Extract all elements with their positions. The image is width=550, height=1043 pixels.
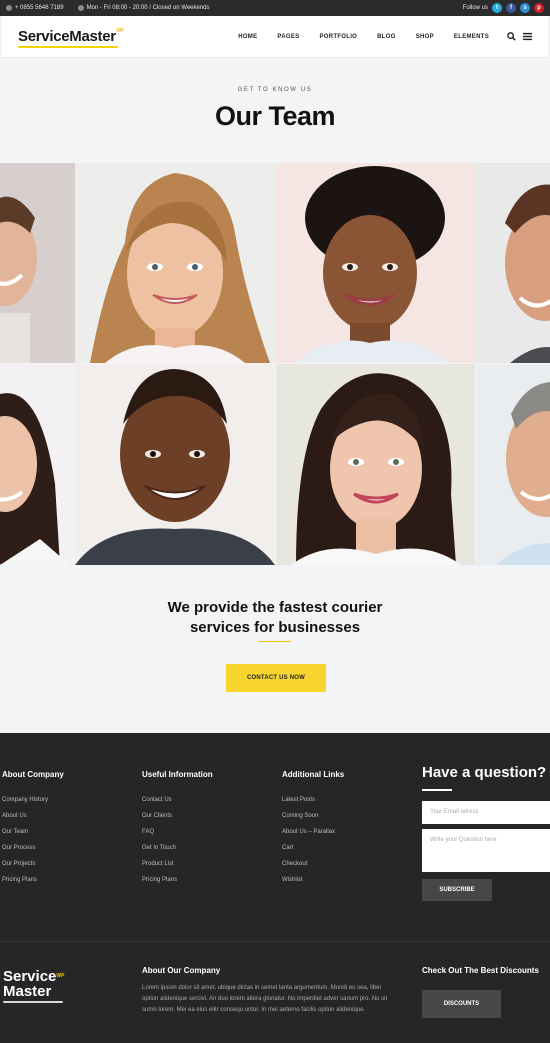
follow-label: Follow us bbox=[462, 5, 488, 11]
cta-line-2: services for businesses bbox=[189, 619, 361, 636]
phone-info: + 0855 5646 7189 bbox=[6, 5, 64, 11]
section-title: Our Team bbox=[214, 101, 336, 131]
team-member-photo[interactable] bbox=[0, 163, 75, 363]
top-bar: + 0855 5646 7189 Mon - Fri 08:00 - 20:00… bbox=[0, 0, 550, 16]
footer-logo-swoosh bbox=[3, 1001, 63, 1003]
logo-badge: WP bbox=[116, 28, 124, 34]
footer-link[interactable]: Checkout bbox=[282, 861, 344, 867]
cta-divider bbox=[259, 641, 291, 642]
footer-link[interactable]: Contact Us bbox=[142, 797, 213, 803]
footer-link[interactable]: Our Process bbox=[2, 845, 64, 851]
team-member-photo[interactable] bbox=[475, 163, 550, 363]
footer-link[interactable]: Latest Posts bbox=[282, 797, 344, 803]
phone-text: + 0855 5646 7189 bbox=[15, 5, 64, 11]
footer-column-about-company: About Company Company History About Us O… bbox=[2, 770, 64, 893]
team-member-photo[interactable] bbox=[276, 364, 475, 565]
team-member-photo[interactable] bbox=[75, 364, 275, 565]
footer-logo[interactable]: ServiceWP Master bbox=[3, 969, 64, 1003]
site-footer: About Company Company History About Us O… bbox=[0, 733, 550, 1043]
logo-text: ServiceMaster bbox=[18, 28, 116, 45]
contact-us-button[interactable]: CONTACT US NOW bbox=[226, 664, 326, 692]
site-header: ServiceMaster WP HOME PAGES PORTFOLIO BL… bbox=[2, 16, 548, 58]
pinterest-icon[interactable]: p bbox=[534, 3, 544, 13]
facebook-icon[interactable]: f bbox=[506, 3, 516, 13]
search-icon[interactable] bbox=[507, 32, 516, 41]
footer-link[interactable]: Company History bbox=[2, 797, 64, 803]
team-member-photo[interactable] bbox=[0, 364, 75, 565]
hours-text: Mon - Fri 08:00 - 20:00 / Closed on Week… bbox=[86, 5, 210, 11]
footer-link[interactable]: About Us – Parallax bbox=[282, 829, 344, 835]
footer-link[interactable]: Coming Soon bbox=[282, 813, 344, 819]
nav-elements[interactable]: ELEMENTS bbox=[454, 34, 489, 40]
cta-line-1: We provide the fastest courier bbox=[167, 599, 383, 616]
footer-divider bbox=[0, 941, 550, 942]
footer-column-useful-information: Useful Information Contact Us Our Client… bbox=[142, 770, 213, 893]
hours-info: Mon - Fri 08:00 - 20:00 / Closed on Week… bbox=[77, 5, 210, 11]
footer-column-additional-links: Additional Links Latest Posts Coming Soo… bbox=[282, 770, 344, 893]
footer-link[interactable]: Our Clients bbox=[142, 813, 213, 819]
discounts-title: Check Out The Best Discounts bbox=[422, 966, 539, 975]
question-textarea[interactable]: Write your Question here bbox=[422, 829, 550, 872]
footer-link[interactable]: Product List bbox=[142, 861, 213, 867]
subscribe-button[interactable]: SUBSCRIBE bbox=[422, 879, 492, 901]
phone-icon bbox=[6, 5, 12, 11]
nav-portfolio[interactable]: PORTFOLIO bbox=[319, 34, 357, 40]
logo-swoosh bbox=[18, 46, 118, 48]
footer-link[interactable]: Our Projects bbox=[2, 861, 64, 867]
nav-home[interactable]: HOME bbox=[238, 34, 257, 40]
footer-link[interactable]: Pricing Plans bbox=[142, 877, 213, 883]
footer-link[interactable]: Get In Touch bbox=[142, 845, 213, 851]
question-divider bbox=[422, 789, 452, 791]
twitter-icon[interactable]: t bbox=[492, 3, 502, 13]
nav-blog[interactable]: BLOG bbox=[377, 34, 396, 40]
footer-logo-badge: WP bbox=[56, 973, 65, 979]
team-member-photo[interactable] bbox=[476, 364, 550, 565]
footer-link[interactable]: Our Team bbox=[2, 829, 64, 835]
about-company-title: About Our Company bbox=[142, 966, 221, 975]
footer-link[interactable]: Pricing Plans bbox=[2, 877, 64, 883]
section-eyebrow: GET TO KNOW US bbox=[237, 87, 313, 93]
main-nav: HOME PAGES PORTFOLIO BLOG SHOP ELEMENTS bbox=[238, 34, 489, 40]
menu-icon[interactable] bbox=[523, 32, 532, 41]
clock-icon bbox=[77, 5, 84, 11]
skype-icon[interactable]: s bbox=[520, 3, 530, 13]
about-company-text: Lorem ipsum dolor sit amet, ubique dicta… bbox=[142, 985, 388, 1013]
footer-column-title: Additional Links bbox=[282, 770, 345, 779]
footer-link[interactable]: FAQ bbox=[142, 829, 213, 835]
nav-shop[interactable]: SHOP bbox=[416, 34, 434, 40]
email-field[interactable]: Your Email adress bbox=[422, 801, 550, 824]
team-member-photo[interactable] bbox=[75, 163, 275, 363]
footer-link[interactable]: Wishlist bbox=[282, 877, 344, 883]
team-grid bbox=[0, 163, 550, 565]
discounts-button[interactable]: DISCOUNTS bbox=[422, 990, 501, 1018]
site-logo[interactable]: ServiceMaster WP bbox=[18, 28, 124, 48]
cta-heading: We provide the fastest courier services … bbox=[0, 598, 550, 638]
question-title: Have a question? bbox=[422, 764, 547, 781]
footer-column-title: About Company bbox=[2, 770, 64, 779]
team-member-photo[interactable] bbox=[275, 163, 475, 363]
footer-link[interactable]: About Us bbox=[2, 813, 64, 819]
footer-column-title: Useful Information bbox=[142, 770, 213, 779]
footer-link[interactable]: Cart bbox=[282, 845, 344, 851]
nav-pages[interactable]: PAGES bbox=[277, 34, 299, 40]
footer-logo-line-2: Master bbox=[3, 983, 52, 1000]
